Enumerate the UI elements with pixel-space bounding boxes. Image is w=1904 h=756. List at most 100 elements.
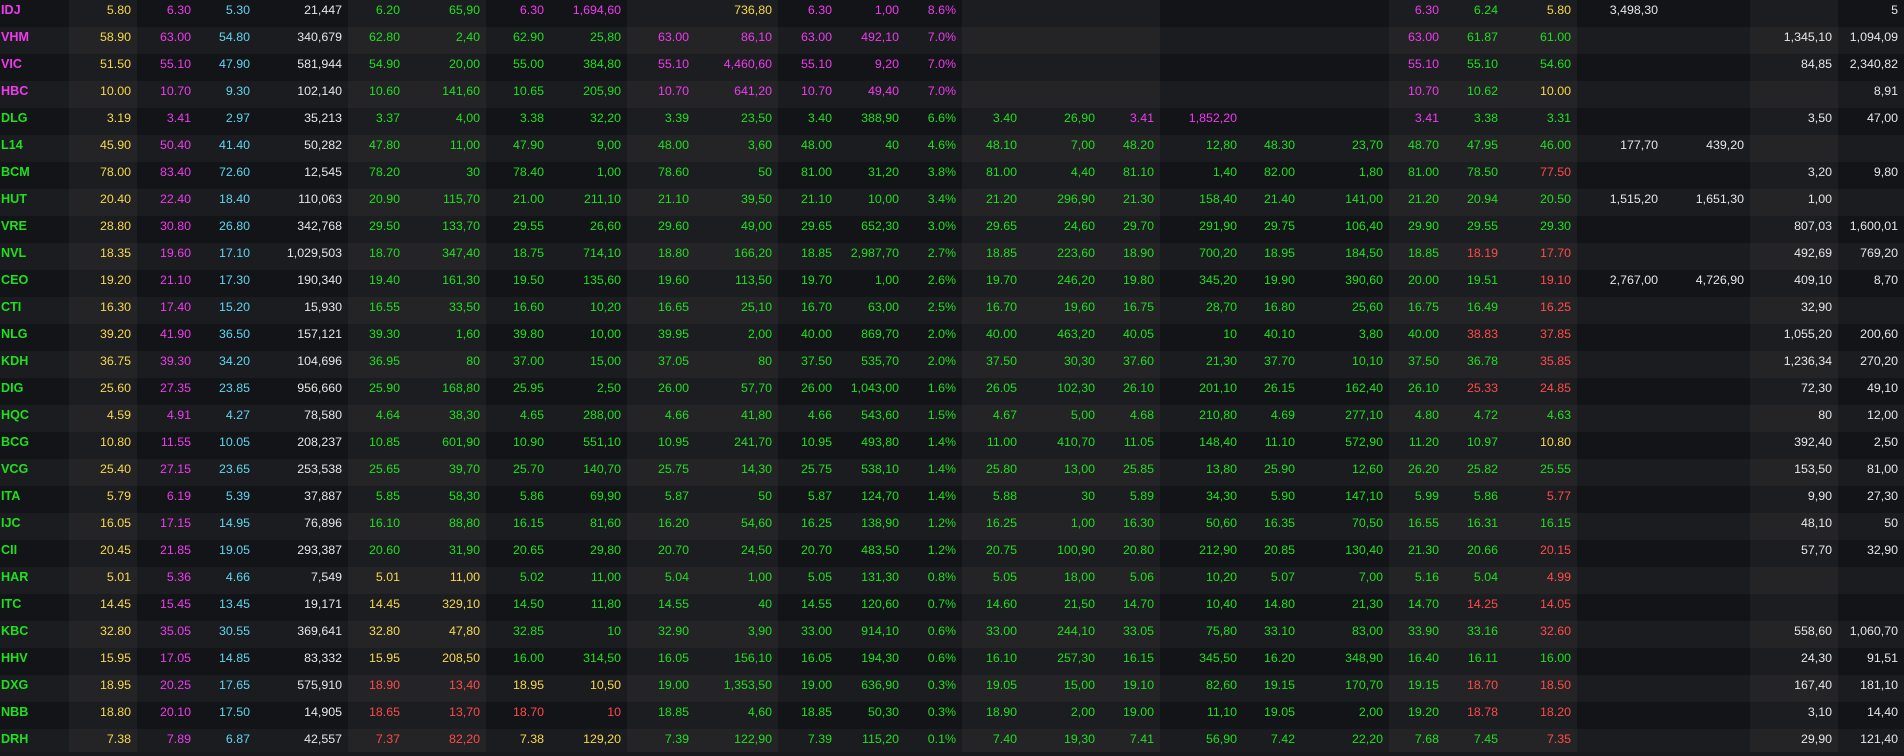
ask2-price-cell: 16.30 bbox=[1122, 516, 1154, 530]
ask3-price-cell: 5.90 bbox=[1270, 489, 1295, 503]
change-pct-cell: 2.5% bbox=[927, 300, 956, 314]
table-row[interactable]: DLG 3.19 3.41 2.97 35,213 3.37 4,00 3.38 32,20 3.… bbox=[0, 108, 1904, 135]
ask2-price-cell: 25.85 bbox=[1122, 462, 1154, 476]
symbol-cell[interactable]: VIC bbox=[0, 54, 69, 81]
table-row[interactable]: BCG 10.80 11.55 10.05 208,237 10.85 601,90 10.9… bbox=[0, 432, 1904, 459]
table-row[interactable]: HBC 10.00 10.70 9.30 102,140 10.60 141,60 10.65… bbox=[0, 81, 1904, 108]
table-row[interactable]: DXG 18.95 20.25 17.65 575,910 18.90 13,40 18.95… bbox=[0, 675, 1904, 702]
table-row[interactable]: HUT 20.40 22.40 18.40 110,063 20.90 115,70 21.0… bbox=[0, 189, 1904, 216]
symbol-cell[interactable]: L14 bbox=[0, 135, 69, 162]
bid2-price-cell: 25.70 bbox=[512, 462, 544, 476]
symbol-cell[interactable]: NVL bbox=[0, 243, 69, 270]
ask2-vol-cell: 1,40 bbox=[1212, 165, 1237, 179]
symbol-cell[interactable]: VHM bbox=[0, 27, 69, 54]
foreign-sell-cell bbox=[1664, 594, 1750, 621]
foreign-room-sell-cell: 9,80 bbox=[1873, 165, 1898, 179]
last-price-cell: 55.10 bbox=[800, 57, 832, 71]
symbol-cell[interactable]: DXG bbox=[0, 675, 69, 702]
bid1-vol-cell: 41,80 bbox=[740, 408, 772, 422]
symbol-cell[interactable]: HUT bbox=[0, 189, 69, 216]
low-cell: 10.80 bbox=[1539, 435, 1571, 449]
symbol-cell[interactable]: CII bbox=[0, 540, 69, 567]
table-row[interactable]: KDH 36.75 39.30 34.20 104,696 36.95 80 37.00 15,… bbox=[0, 351, 1904, 378]
ask1-vol-cell: 223,60 bbox=[1057, 246, 1095, 260]
table-row[interactable]: NLG 39.20 41.90 36.50 157,121 39.30 1,60 39.80 1… bbox=[0, 324, 1904, 351]
table-row[interactable]: ITA 5.79 6.19 5.39 37,887 5.85 58,30 5.86 69,90 5… bbox=[0, 486, 1904, 513]
symbol-cell[interactable]: ITA bbox=[0, 486, 69, 513]
table-row[interactable]: HHV 15.95 17.05 14.85 83,332 15.95 208,50 16.00… bbox=[0, 648, 1904, 675]
symbol-cell[interactable]: BCG bbox=[0, 432, 69, 459]
symbol-cell[interactable]: VCG bbox=[0, 459, 69, 486]
ask1-vol-cell: 18,00 bbox=[1063, 570, 1095, 584]
floor-cell: 36.50 bbox=[218, 327, 250, 341]
bid3-price-cell: 25.90 bbox=[368, 381, 400, 395]
ask3-vol-cell: 7,00 bbox=[1358, 570, 1383, 584]
table-row[interactable]: BCM 78.00 83.40 72.60 12,545 78.20 30 78.40 1,00… bbox=[0, 162, 1904, 189]
bid1-vol-cell: 3,60 bbox=[747, 138, 772, 152]
table-row[interactable]: VIC 51.50 55.10 47.90 581,944 54.90 20,00 55.00… bbox=[0, 54, 1904, 81]
table-row[interactable]: HAR 5.01 5.36 4.66 7,549 5.01 11,00 5.02 11,00 5.… bbox=[0, 567, 1904, 594]
bid1-vol-cell: 3,90 bbox=[747, 624, 772, 638]
total-vol-cell: 253,538 bbox=[297, 462, 342, 476]
symbol-cell[interactable]: KDH bbox=[0, 351, 69, 378]
foreign-room-sell-cell bbox=[1838, 135, 1904, 162]
symbol-cell[interactable]: VRE bbox=[0, 216, 69, 243]
total-vol-cell: 21,447 bbox=[304, 3, 342, 17]
high-cell: 3.41 bbox=[1414, 111, 1439, 125]
ask2-price-cell: 29.70 bbox=[1122, 219, 1154, 233]
table-row[interactable]: VCG 25.40 27.15 23.65 253,538 25.65 39,70 25.70… bbox=[0, 459, 1904, 486]
symbol-cell[interactable]: IJC bbox=[0, 513, 69, 540]
symbol-cell[interactable]: IDJ bbox=[0, 0, 69, 27]
ref-cell: 78.00 bbox=[99, 165, 131, 179]
symbol-cell[interactable]: NBB bbox=[0, 702, 69, 729]
symbol-cell[interactable]: HQC bbox=[0, 405, 69, 432]
symbol-cell[interactable]: CEO bbox=[0, 270, 69, 297]
table-row[interactable]: ITC 14.45 15.45 13.45 19,171 14.45 329,10 14.50… bbox=[0, 594, 1904, 621]
table-row[interactable]: CEO 19.20 21.10 17.30 190,340 19.40 161,30 19.5… bbox=[0, 270, 1904, 297]
low-cell: 5.80 bbox=[1546, 3, 1571, 17]
ref-cell: 3.19 bbox=[106, 111, 131, 125]
floor-cell: 9.30 bbox=[225, 84, 250, 98]
table-row[interactable]: KBC 32.80 35.05 30.55 369,641 32.80 47,80 32.85… bbox=[0, 621, 1904, 648]
symbol-cell[interactable]: DIG bbox=[0, 378, 69, 405]
ask3-price-cell: 21.40 bbox=[1263, 192, 1295, 206]
foreign-room-sell-cell: 181,10 bbox=[1860, 678, 1898, 692]
high-cell: 4.80 bbox=[1414, 408, 1439, 422]
table-row[interactable]: VHM 58.90 63.00 54.80 340,679 62.80 2,40 62.90 2… bbox=[0, 27, 1904, 54]
symbol-cell[interactable]: HHV bbox=[0, 648, 69, 675]
symbol-cell[interactable]: ITC bbox=[0, 594, 69, 621]
bid2-vol-cell: 2,50 bbox=[596, 381, 621, 395]
table-row[interactable]: IDJ 5.80 6.30 5.30 21,447 6.20 65,90 6.30 1,694,… bbox=[0, 0, 1904, 27]
symbol-cell[interactable]: DLG bbox=[0, 108, 69, 135]
table-row[interactable]: IJC 16.05 17.15 14.95 76,896 16.10 88,80 16.15 8… bbox=[0, 513, 1904, 540]
table-row[interactable]: CTI 16.30 17.40 15.20 15,930 16.55 33,50 16.60 1… bbox=[0, 297, 1904, 324]
floor-cell: 15.20 bbox=[218, 300, 250, 314]
symbol-cell[interactable]: BCM bbox=[0, 162, 69, 189]
symbol-cell[interactable]: KBC bbox=[0, 621, 69, 648]
foreign-sell-cell bbox=[1664, 459, 1750, 486]
high-cell: 29.90 bbox=[1407, 219, 1439, 233]
table-row[interactable]: NBB 18.80 20.10 17.50 14,905 18.65 13,70 18.70 1… bbox=[0, 702, 1904, 729]
table-row[interactable]: HQC 4.59 4.91 4.27 78,580 4.64 38,30 4.65 288,00… bbox=[0, 405, 1904, 432]
foreign-buy-cell: 2,767,00 bbox=[1609, 273, 1658, 287]
bid2-vol-cell: 10 bbox=[607, 624, 621, 638]
total-vol-cell: 293,387 bbox=[297, 543, 342, 557]
symbol-cell[interactable]: CTI bbox=[0, 297, 69, 324]
table-row[interactable]: NVL 18.35 19.60 17.10 1,029,503 18.70 347,40 18… bbox=[0, 243, 1904, 270]
symbol-cell[interactable]: HAR bbox=[0, 567, 69, 594]
ask2-price-cell: 19.10 bbox=[1122, 678, 1154, 692]
table-row[interactable]: VRE 28.80 30.80 26.80 342,768 29.50 133,70 29.5… bbox=[0, 216, 1904, 243]
bid3-vol-cell: 329,10 bbox=[442, 597, 480, 611]
ceiling-cell: 63.00 bbox=[159, 30, 191, 44]
table-row[interactable]: DIG 25.60 27.35 23.85 956,660 25.90 168,80 25.9… bbox=[0, 378, 1904, 405]
symbol-cell[interactable]: NLG bbox=[0, 324, 69, 351]
ask2-vol-cell: 34,30 bbox=[1205, 489, 1237, 503]
ask3-price-cell: 19.15 bbox=[1263, 678, 1295, 692]
ask2-price-cell: 3.41 bbox=[1129, 111, 1154, 125]
symbol-cell[interactable]: HBC bbox=[0, 81, 69, 108]
ask3-price-cell: 14.80 bbox=[1263, 597, 1295, 611]
table-row[interactable]: L14 45.90 50.40 41.40 50,282 47.80 11,00 47.90 9… bbox=[0, 135, 1904, 162]
ref-cell: 20.45 bbox=[99, 543, 131, 557]
ask2-vol-cell: 10 bbox=[1223, 327, 1237, 341]
table-row[interactable]: CII 20.45 21.85 19.05 293,387 20.60 31,90 20.65… bbox=[0, 540, 1904, 567]
